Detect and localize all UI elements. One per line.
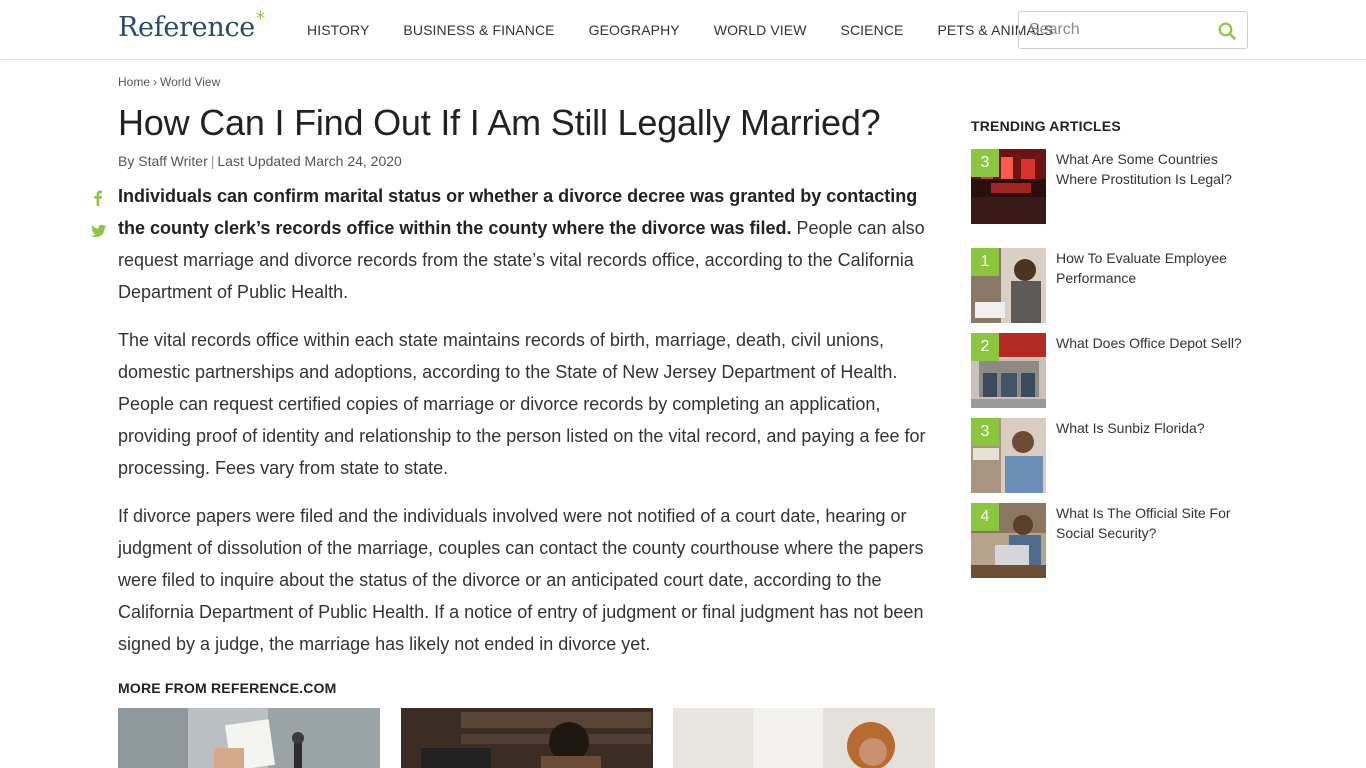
twitter-share-button[interactable]: [90, 223, 107, 239]
logo-text: Reference: [118, 12, 255, 43]
page-title: How Can I Find Out If I Am Still Legally…: [118, 102, 881, 143]
twitter-icon: [91, 224, 107, 238]
more-card-3[interactable]: [673, 708, 935, 768]
site-logo[interactable]: Reference *: [118, 8, 265, 48]
trending-item[interactable]: 1 How To Evaluate Employee Performance: [971, 248, 1251, 324]
logo-star: *: [255, 8, 265, 29]
more-from-heading: MORE FROM REFERENCE.COM: [118, 680, 337, 696]
byline-author: By Staff Writer: [118, 153, 208, 169]
facebook-icon: [94, 190, 103, 206]
more-card-1-image: [118, 708, 380, 768]
more-card-3-image: [673, 708, 935, 768]
search-icon[interactable]: [1217, 21, 1237, 41]
trending-number: 1: [971, 248, 999, 276]
trending-title: What Is The Official Site For Social Sec…: [1056, 505, 1231, 541]
byline-updated: Last Updated March 24, 2020: [217, 153, 402, 169]
search-icon-graphic: [1218, 22, 1236, 40]
trending-item[interactable]: 2 What Does Office Depot Sell?: [971, 333, 1251, 409]
nav-history[interactable]: HISTORY: [290, 22, 386, 38]
trending-title: What Is Sunbiz Florida?: [1056, 420, 1205, 436]
trending-number: 3: [971, 418, 999, 446]
nav-world-view[interactable]: WORLD VIEW: [697, 22, 824, 38]
site-header: Reference * HISTORY BUSINESS & FINANCE G…: [0, 0, 1366, 60]
breadcrumb-home[interactable]: Home: [118, 75, 150, 89]
trending-heading: TRENDING ARTICLES: [971, 118, 1121, 134]
trending-title: What Are Some Countries Where Prostituti…: [1056, 151, 1232, 187]
trending-number: 4: [971, 503, 999, 531]
nav-science[interactable]: SCIENCE: [824, 22, 921, 38]
main-nav: HISTORY BUSINESS & FINANCE GEOGRAPHY WOR…: [290, 0, 1070, 60]
trending-title: What Does Office Depot Sell?: [1056, 335, 1242, 351]
nav-geography[interactable]: GEOGRAPHY: [572, 22, 697, 38]
search-box: [1018, 11, 1248, 49]
article-body: Individuals can confirm marital status o…: [118, 180, 938, 676]
article-paragraph-1: Individuals can confirm marital status o…: [118, 180, 938, 308]
nav-business-finance[interactable]: BUSINESS & FINANCE: [386, 22, 571, 38]
facebook-share-button[interactable]: [90, 189, 106, 207]
more-card-2[interactable]: [401, 708, 653, 768]
article-paragraph-2: The vital records office within each sta…: [118, 330, 926, 478]
article-paragraph-3: If divorce papers were filed and the ind…: [118, 506, 924, 654]
more-card-1[interactable]: [118, 708, 380, 768]
trending-number: 3: [971, 149, 999, 177]
breadcrumb: Home › World View: [118, 75, 220, 89]
trending-title: How To Evaluate Employee Performance: [1056, 250, 1227, 286]
trending-item[interactable]: 4 What Is The Official Site For Social S…: [971, 503, 1251, 579]
trending-number: 2: [971, 333, 999, 361]
trending-item[interactable]: 3 What Are Some Countries Where Prostitu…: [971, 149, 1251, 225]
trending-item[interactable]: 3 What Is Sunbiz Florida?: [971, 418, 1251, 494]
more-card-2-image: [401, 708, 653, 768]
byline-separator: |: [210, 153, 215, 169]
byline: By Staff Writer | Last Updated March 24, 2…: [118, 153, 402, 169]
search-input[interactable]: [1019, 21, 1209, 39]
breadcrumb-world-view[interactable]: World View: [160, 75, 220, 89]
breadcrumb-separator: ›: [153, 75, 158, 89]
